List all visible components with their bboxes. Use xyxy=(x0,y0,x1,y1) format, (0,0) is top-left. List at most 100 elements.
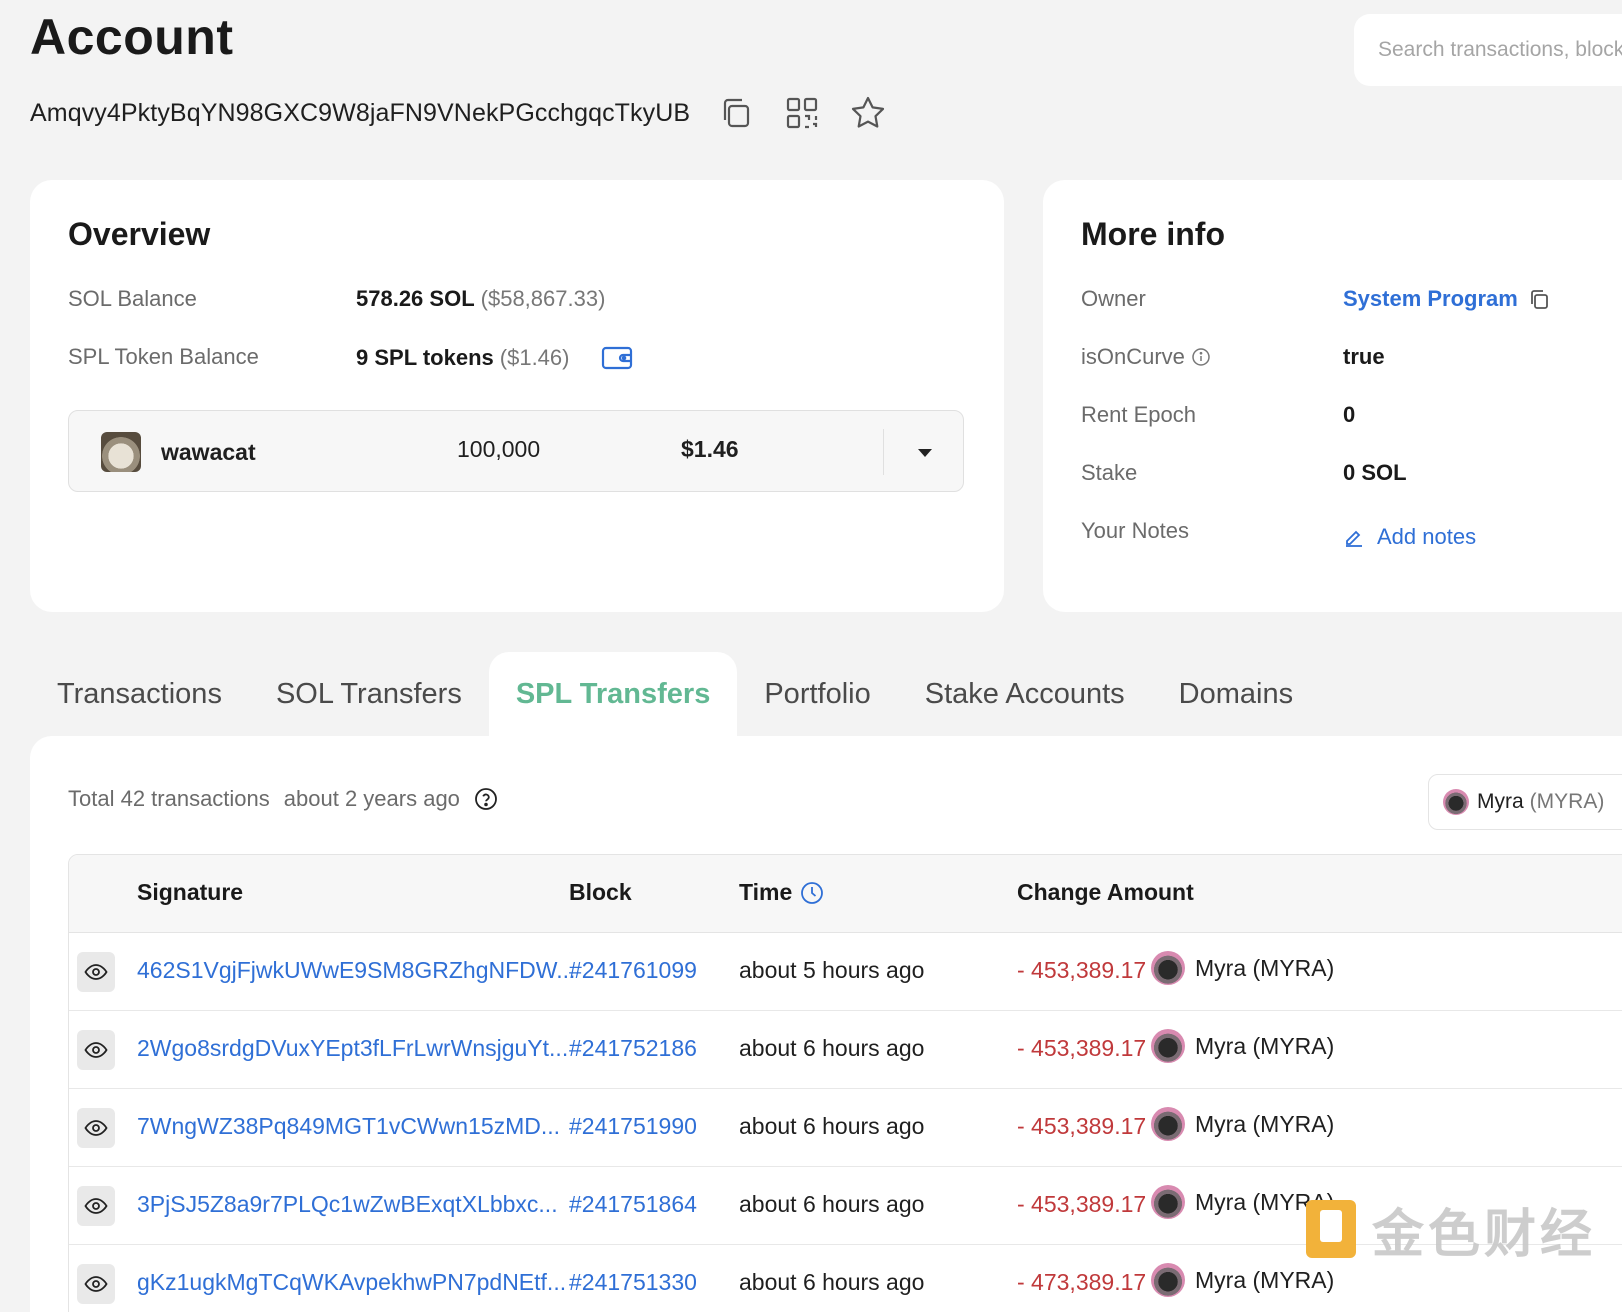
stake-value: 0 SOL xyxy=(1343,460,1407,485)
token-label: Myra (MYRA) xyxy=(1195,954,1335,981)
token-avatar xyxy=(101,432,141,472)
change-amount: - 453,389.17 xyxy=(1017,1035,1147,1061)
clock-icon[interactable] xyxy=(800,881,824,905)
myra-token-icon xyxy=(1443,789,1469,815)
page-title: Account xyxy=(30,9,234,65)
token-link[interactable]: Myra (MYRA) xyxy=(1151,1263,1334,1297)
change-amount: - 453,389.17 xyxy=(1017,1191,1147,1217)
table-row: 2Wgo8srdgDVuxYEpt3fLFrLwrWnsjguYt... #24… xyxy=(69,1011,1622,1089)
signature-link[interactable]: gKz1ugkMgTCqWKAvpekhwPN7pdNEtf... xyxy=(137,1269,566,1296)
token-link[interactable]: Myra (MYRA) xyxy=(1151,1029,1334,1063)
star-icon[interactable] xyxy=(848,93,888,133)
tab-domains[interactable]: Domains xyxy=(1152,652,1320,736)
signature-link[interactable]: 7WngWZ38Pq849MGT1vCWwn15zMD... xyxy=(137,1113,560,1140)
tab-stake-accounts[interactable]: Stake Accounts xyxy=(898,652,1152,736)
isoncurve-label: isOnCurve xyxy=(1081,344,1185,369)
token-filter-dropdown[interactable]: Myra (MYRA) xyxy=(1428,774,1622,830)
watermark: 金色财经 xyxy=(1306,1194,1597,1265)
account-address: Amqvy4PktyBqYN98GXC9W8jaFN9VNekPGcchgqcT… xyxy=(30,98,691,127)
rent-epoch-label: Rent Epoch xyxy=(1081,402,1196,427)
tab-transactions[interactable]: Transactions xyxy=(30,652,249,736)
eye-icon[interactable] xyxy=(77,1108,115,1148)
owner-value: System Program xyxy=(1343,286,1550,312)
myra-token-icon xyxy=(1151,1263,1185,1297)
block-link[interactable]: #241751864 xyxy=(569,1191,697,1218)
signature-link[interactable]: 2Wgo8srdgDVuxYEpt3fLFrLwrWnsjguYt... xyxy=(137,1035,568,1062)
block-link[interactable]: #241751990 xyxy=(569,1113,697,1140)
watermark-text: 金色财经 xyxy=(1372,1204,1597,1265)
spl-balance-value: 9 SPL tokens ($1.46) xyxy=(356,344,633,372)
column-signature: Signature xyxy=(137,879,244,905)
qr-code-icon[interactable] xyxy=(782,93,822,133)
block-link[interactable]: #241761099 xyxy=(569,957,697,984)
token-row-wawacat[interactable]: wawacat 100,000 $1.46 xyxy=(68,410,964,492)
token-label: Myra (MYRA) xyxy=(1195,1110,1335,1137)
filter-token-name: Myra xyxy=(1477,790,1524,813)
owner-label: Owner xyxy=(1081,286,1146,311)
overview-title: Overview xyxy=(68,216,211,252)
signature-link[interactable]: 462S1VgjFjwkUWwE9SM8GRZhgNFDW... xyxy=(137,957,575,984)
myra-token-icon xyxy=(1151,951,1185,985)
table-header: Signature Block Time Change Amount xyxy=(69,855,1622,933)
help-icon[interactable] xyxy=(474,787,498,811)
change-amount: - 473,389.17 xyxy=(1017,1269,1147,1295)
column-time: Time xyxy=(739,879,824,906)
total-transactions: Total 42 transactions xyxy=(68,786,270,811)
copy-icon[interactable] xyxy=(716,93,756,133)
more-info-card: More info Owner System Program isOnCurve… xyxy=(1043,180,1622,612)
token-name: wawacat xyxy=(161,439,256,465)
sol-balance-label: SOL Balance xyxy=(68,286,197,311)
token-link[interactable]: Myra (MYRA) xyxy=(1151,1107,1334,1141)
myra-token-icon xyxy=(1151,1029,1185,1063)
spl-balance-label: SPL Token Balance xyxy=(68,344,259,369)
info-icon[interactable] xyxy=(1191,347,1211,367)
myra-token-icon xyxy=(1151,1107,1185,1141)
stake-label: Stake xyxy=(1081,460,1138,485)
copy-icon[interactable] xyxy=(1528,288,1550,310)
search-input[interactable] xyxy=(1378,38,1622,62)
eye-icon[interactable] xyxy=(77,1030,115,1070)
isoncurve-value: true xyxy=(1343,344,1385,369)
token-amount: 100,000 xyxy=(457,436,541,462)
sol-balance-value: 578.26 SOL ($58,867.33) xyxy=(356,286,605,312)
table-row: 462S1VgjFjwkUWwE9SM8GRZhgNFDW... #241761… xyxy=(69,933,1622,1011)
tab-sol-transfers[interactable]: SOL Transfers xyxy=(249,652,489,736)
notes-label: Your Notes xyxy=(1081,518,1190,543)
tx-time: about 6 hours ago xyxy=(739,1269,925,1295)
tab-portfolio[interactable]: Portfolio xyxy=(737,652,897,736)
tab-bar: Transactions SOL Transfers SPL Transfers… xyxy=(30,652,1320,736)
tx-time: about 5 hours ago xyxy=(739,957,925,983)
caret-down-icon[interactable] xyxy=(905,433,945,473)
filter-token-symbol: (MYRA) xyxy=(1529,790,1605,813)
block-link[interactable]: #241751330 xyxy=(569,1269,697,1296)
myra-token-icon xyxy=(1151,1185,1185,1219)
column-time-label: Time xyxy=(739,879,793,905)
rent-epoch-value: 0 xyxy=(1343,402,1356,427)
more-info-title: More info xyxy=(1081,216,1225,252)
owner-link[interactable]: System Program xyxy=(1343,286,1518,312)
eye-icon[interactable] xyxy=(77,952,115,992)
tx-time: about 6 hours ago xyxy=(739,1035,925,1061)
transactions-age: about 2 years ago xyxy=(283,786,460,811)
eye-icon[interactable] xyxy=(77,1186,115,1226)
isoncurve-label-row: isOnCurve xyxy=(1081,344,1211,370)
signature-link[interactable]: 3PjSJ5Z8a9r7PLQc1wZwBExqtXLbbxc... xyxy=(137,1191,558,1218)
token-link[interactable]: Myra (MYRA) xyxy=(1151,951,1334,985)
search-box[interactable] xyxy=(1354,14,1622,86)
change-amount: - 453,389.17 xyxy=(1017,1113,1147,1139)
column-block: Block xyxy=(569,879,632,905)
address-row: Amqvy4PktyBqYN98GXC9W8jaFN9VNekPGcchgqcT… xyxy=(30,92,888,134)
overview-card: Overview SOL Balance 578.26 SOL ($58,867… xyxy=(30,180,1004,612)
wallet-icon[interactable] xyxy=(601,344,633,372)
spl-balance-amount: 9 SPL tokens xyxy=(356,345,494,370)
add-notes-button[interactable]: Add notes xyxy=(1343,524,1476,550)
watermark-logo xyxy=(1306,1200,1356,1258)
eye-icon[interactable] xyxy=(77,1264,115,1304)
tab-spl-transfers[interactable]: SPL Transfers xyxy=(488,652,738,736)
token-label: Myra (MYRA) xyxy=(1195,1032,1335,1059)
tx-time: about 6 hours ago xyxy=(739,1191,925,1217)
add-notes-label: Add notes xyxy=(1377,524,1477,549)
spl-balance-usd: ($1.46) xyxy=(499,345,570,370)
block-link[interactable]: #241752186 xyxy=(569,1035,697,1062)
change-amount: - 453,389.17 xyxy=(1017,957,1147,983)
